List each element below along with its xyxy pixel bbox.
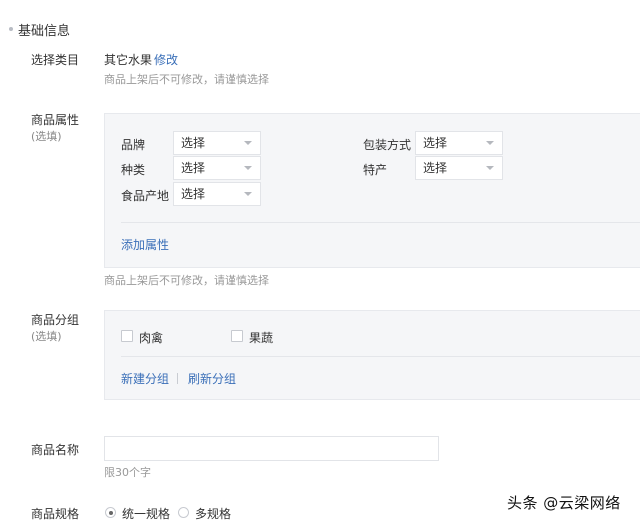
- chevron-down-icon: [244, 192, 252, 196]
- attr-select-brand-value: 选择: [181, 136, 206, 150]
- watermark: 头条 @云梁网络: [507, 494, 621, 512]
- refresh-group-link[interactable]: 刷新分组: [188, 370, 236, 387]
- attr-select-variety-value: 选择: [181, 161, 206, 175]
- product-name-input[interactable]: [104, 436, 439, 461]
- name-hint: 限30个字: [104, 466, 151, 479]
- attr-label-packaging: 包装方式: [363, 138, 412, 152]
- chevron-down-icon: [244, 166, 252, 170]
- category-label: 选择类目: [31, 53, 80, 67]
- attr-label-origin: 食品产地: [121, 189, 170, 203]
- attributes-divider: [121, 222, 640, 223]
- name-label: 商品名称: [31, 443, 80, 457]
- group-checkbox-produce[interactable]: [231, 330, 243, 342]
- attributes-label: 商品属性: [31, 113, 80, 127]
- group-label-produce: 果蔬: [249, 331, 274, 345]
- attr-select-brand[interactable]: 选择: [173, 131, 261, 155]
- spec-label-unified: 统一规格: [122, 507, 171, 521]
- groups-optional-label: (选填): [31, 330, 62, 343]
- category-value: 其它水果: [104, 53, 153, 67]
- attributes-panel: 品牌 选择 包装方式 选择 种类 选择 特产 选择 食品产地 选择 添加属性: [104, 113, 640, 268]
- add-attribute-link[interactable]: 添加属性: [121, 236, 169, 253]
- group-checkbox-meat[interactable]: [121, 330, 133, 342]
- attr-select-specialty[interactable]: 选择: [415, 156, 503, 180]
- group-label-meat: 肉禽: [139, 331, 164, 345]
- attributes-hint: 商品上架后不可修改，请谨慎选择: [104, 274, 269, 287]
- spec-label: 商品规格: [31, 507, 80, 521]
- attr-select-specialty-value: 选择: [423, 161, 448, 175]
- groups-label: 商品分组: [31, 313, 80, 327]
- attr-select-origin[interactable]: 选择: [173, 182, 261, 206]
- groups-divider: [121, 356, 640, 357]
- groups-panel: 肉禽 果蔬 新建分组 刷新分组: [104, 310, 640, 400]
- chevron-down-icon: [486, 166, 494, 170]
- spec-radio-unified[interactable]: [105, 507, 116, 518]
- category-hint: 商品上架后不可修改，请谨慎选择: [104, 73, 269, 86]
- attr-select-origin-value: 选择: [181, 187, 206, 201]
- chevron-down-icon: [486, 141, 494, 145]
- link-separator: [177, 373, 178, 384]
- section-bullet-icon: [9, 27, 13, 31]
- spec-label-multiple: 多规格: [195, 507, 232, 521]
- attr-select-variety[interactable]: 选择: [173, 156, 261, 180]
- chevron-down-icon: [244, 141, 252, 145]
- new-group-link[interactable]: 新建分组: [121, 370, 169, 387]
- attributes-optional-label: (选填): [31, 130, 62, 143]
- attr-label-brand: 品牌: [121, 138, 146, 152]
- section-title: 基础信息: [18, 24, 71, 39]
- attr-select-packaging-value: 选择: [423, 136, 448, 150]
- spec-radio-multiple[interactable]: [178, 507, 189, 518]
- category-edit-link[interactable]: 修改: [154, 51, 178, 68]
- attr-label-variety: 种类: [121, 163, 146, 177]
- attr-label-specialty: 特产: [363, 163, 388, 177]
- attr-select-packaging[interactable]: 选择: [415, 131, 503, 155]
